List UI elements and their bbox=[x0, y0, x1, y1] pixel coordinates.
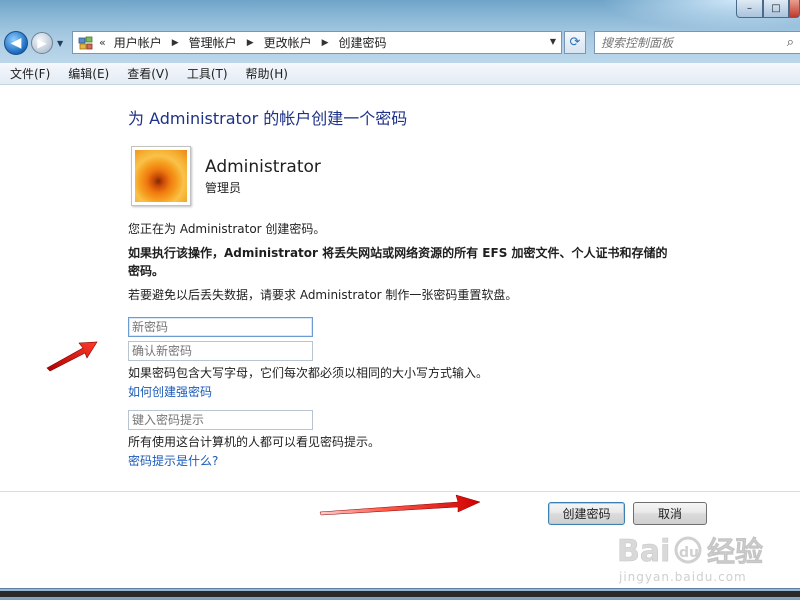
search-box[interactable]: ⌕ bbox=[594, 31, 800, 54]
account-type: 管理员 bbox=[205, 181, 242, 195]
svg-text:du: du bbox=[679, 545, 699, 561]
breadcrumb-separator-icon[interactable]: ▶ bbox=[172, 38, 179, 48]
breadcrumb-item[interactable]: 更改帐户 bbox=[264, 34, 312, 51]
breadcrumb-separator-icon[interactable]: ▶ bbox=[247, 38, 254, 48]
menu-edit[interactable]: 编辑(E) bbox=[62, 65, 115, 82]
password-hint-field[interactable] bbox=[128, 410, 313, 430]
refresh-button[interactable]: ⟳ bbox=[564, 31, 586, 54]
arrow-right-icon: ▶ bbox=[37, 36, 47, 50]
svg-text:jingyan.baidu.com: jingyan.baidu.com bbox=[618, 570, 747, 584]
info-text: 您正在为 Administrator 创建密码。 bbox=[128, 222, 326, 236]
annotation-arrow-icon bbox=[319, 494, 481, 516]
address-bar[interactable]: « 用户帐户 ▶ 管理帐户 ▶ 更改帐户 ▶ 创建密码 ▼ bbox=[72, 31, 562, 54]
breadcrumb-separator-icon[interactable]: ▶ bbox=[322, 38, 329, 48]
page-title: 为 Administrator 的帐户创建一个密码 bbox=[128, 109, 408, 128]
search-input[interactable] bbox=[601, 35, 771, 50]
menu-file[interactable]: 文件(F) bbox=[4, 65, 56, 82]
flower-picture-icon bbox=[135, 150, 187, 202]
control-panel-icon bbox=[77, 35, 95, 51]
baidu-watermark-logo: Bai du 经验 jingyan.baidu.com bbox=[617, 534, 764, 584]
reset-disk-text: 若要避免以后丢失数据，请要求 Administrator 制作一张密码重置软盘。 bbox=[128, 288, 518, 302]
password-hint-link[interactable]: 密码提示是什么? bbox=[128, 452, 218, 469]
divider bbox=[0, 491, 800, 492]
annotation-arrow-icon bbox=[46, 341, 98, 372]
account-name: Administrator bbox=[205, 157, 321, 177]
window-bottom-border bbox=[0, 588, 800, 600]
hint-visibility-text: 所有使用这台计算机的人都可以看见密码提示。 bbox=[128, 435, 381, 449]
case-sensitivity-text: 如果密码包含大写字母，它们每次都必须以相同的大小写方式输入。 bbox=[128, 366, 489, 380]
refresh-icon: ⟳ bbox=[569, 35, 581, 50]
breadcrumb-item[interactable]: 用户帐户 bbox=[114, 34, 162, 51]
svg-text:Bai: Bai bbox=[617, 534, 670, 569]
breadcrumb-item[interactable]: 创建密码 bbox=[339, 34, 387, 51]
recent-pages-dropdown[interactable]: ▼ bbox=[57, 39, 63, 48]
maximize-button[interactable]: □ bbox=[763, 0, 789, 18]
address-dropdown-icon[interactable]: ▼ bbox=[550, 37, 556, 46]
svg-text:经验: 经验 bbox=[707, 535, 763, 568]
warning-text: 如果执行该操作，Administrator 将丢失网站或网络资源的所有 EFS … bbox=[128, 246, 668, 260]
minimize-button[interactable]: – bbox=[736, 0, 763, 18]
menu-view[interactable]: 查看(V) bbox=[121, 65, 175, 82]
forward-button[interactable]: ▶ bbox=[31, 32, 53, 54]
avatar bbox=[131, 146, 191, 206]
warning-text-cont: 密码。 bbox=[128, 264, 165, 278]
arrow-left-icon: ◀ bbox=[10, 35, 22, 51]
status-strip bbox=[0, 591, 800, 597]
menu-bar: 文件(F) 编辑(E) 查看(V) 工具(T) 帮助(H) bbox=[0, 63, 800, 85]
new-password-field[interactable] bbox=[128, 317, 313, 337]
cancel-button[interactable]: 取消 bbox=[633, 502, 707, 525]
strong-password-link[interactable]: 如何创建强密码 bbox=[128, 383, 212, 400]
close-button[interactable] bbox=[789, 0, 800, 18]
confirm-password-field[interactable] bbox=[128, 341, 313, 361]
breadcrumb-item[interactable]: 管理帐户 bbox=[189, 34, 237, 51]
back-button[interactable]: ◀ bbox=[4, 31, 28, 55]
search-icon[interactable]: ⌕ bbox=[787, 35, 794, 50]
menu-tools[interactable]: 工具(T) bbox=[181, 65, 234, 82]
create-password-button[interactable]: 创建密码 bbox=[548, 502, 625, 525]
menu-help[interactable]: 帮助(H) bbox=[240, 65, 294, 82]
breadcrumb-overflow[interactable]: « bbox=[99, 36, 106, 49]
